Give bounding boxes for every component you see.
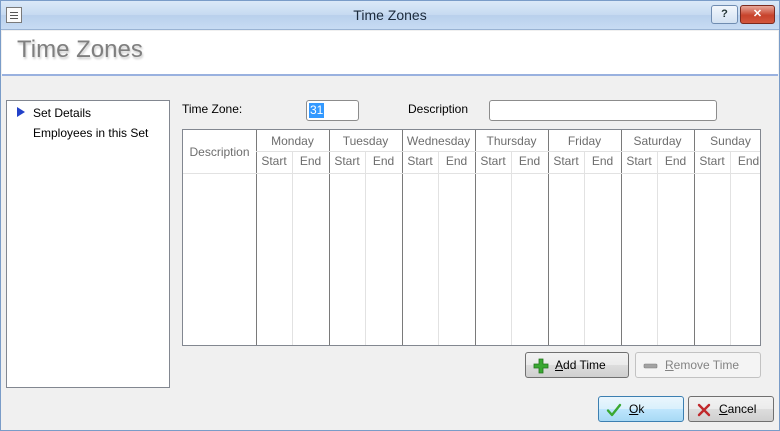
grid-start-end-divider xyxy=(511,152,512,345)
nav-item-employees[interactable]: Employees in this Set xyxy=(7,124,169,142)
grid-end-header: End xyxy=(664,154,687,168)
grid-day-header-friday: Friday xyxy=(567,134,602,148)
remove-time-label: emove Time xyxy=(673,358,740,372)
grid-day-header-saturday: Saturday xyxy=(633,134,682,148)
grid-start-header: Start xyxy=(334,154,360,168)
grid-start-end-divider xyxy=(292,152,293,345)
grid-header-bottom-line xyxy=(183,173,760,174)
page-title: Time Zones xyxy=(17,36,143,63)
grid-day-header-sunday: Sunday xyxy=(710,134,751,148)
grid-start-header: Start xyxy=(553,154,579,168)
grid-day-header-thursday: Thursday xyxy=(486,134,537,148)
time-grid[interactable]: Description Monday Start End Tuesday Start En… xyxy=(182,129,761,346)
title-bar[interactable]: Time Zones ? ✕ xyxy=(1,1,779,30)
minus-icon xyxy=(643,363,658,369)
grid-end-header: End xyxy=(518,154,541,168)
time-zone-label: Time Zone: xyxy=(182,102,243,116)
grid-description-header: Description xyxy=(189,145,250,159)
nav-item-label: Set Details xyxy=(33,106,92,120)
window-title: Time Zones xyxy=(353,7,427,23)
remove-time-mnemonic: R xyxy=(665,358,674,372)
ok-button[interactable]: Ok xyxy=(598,396,684,422)
help-button[interactable]: ? xyxy=(711,5,738,24)
grid-end-header: End xyxy=(445,154,468,168)
grid-end-header: End xyxy=(737,154,760,168)
nav-item-set-details[interactable]: Set Details xyxy=(7,104,169,122)
selected-arrow-icon xyxy=(17,107,25,117)
grid-start-end-divider xyxy=(730,152,731,345)
description-label: Description xyxy=(408,102,469,116)
grid-start-header: Start xyxy=(626,154,652,168)
grid-start-end-divider xyxy=(584,152,585,345)
header-banner: Time Zones xyxy=(2,31,778,76)
nav-item-label: Employees in this Set xyxy=(33,126,149,140)
add-time-mnemonic: A xyxy=(555,358,564,372)
grid-start-header: Start xyxy=(261,154,287,168)
grid-end-header: End xyxy=(591,154,614,168)
grid-start-header: Start xyxy=(699,154,725,168)
grid-day-header-wednesday: Wednesday xyxy=(406,134,471,148)
remove-time-button[interactable]: Remove Time xyxy=(635,352,761,378)
grid-end-header: End xyxy=(299,154,322,168)
close-button[interactable]: ✕ xyxy=(740,5,775,24)
x-icon xyxy=(697,403,711,417)
grid-day-header-monday: Monday xyxy=(271,134,314,148)
description-input[interactable] xyxy=(489,100,717,121)
check-icon xyxy=(606,403,622,417)
nav-panel: Set Details Employees in this Set xyxy=(6,100,170,388)
grid-day-underline xyxy=(256,151,760,152)
grid-start-end-divider xyxy=(657,152,658,345)
cancel-button[interactable]: Cancel xyxy=(688,396,774,422)
grid-start-header: Start xyxy=(480,154,506,168)
grid-day-header-tuesday: Tuesday xyxy=(342,134,389,148)
ok-label: k xyxy=(638,402,645,416)
ok-mnemonic: O xyxy=(629,402,639,416)
grid-start-end-divider xyxy=(365,152,366,345)
plus-icon xyxy=(533,358,549,374)
time-zone-input[interactable]: 31 xyxy=(306,100,359,121)
time-zone-value: 31 xyxy=(309,103,325,118)
cancel-mnemonic: C xyxy=(719,402,728,416)
grid-start-header: Start xyxy=(407,154,433,168)
add-time-label: dd Time xyxy=(563,358,606,372)
grid-end-header: End xyxy=(372,154,395,168)
cancel-label: ancel xyxy=(727,402,757,416)
add-time-button[interactable]: Add Time xyxy=(525,352,629,378)
grid-start-end-divider xyxy=(438,152,439,345)
time-zones-window: Time Zones ? ✕ Time Zones Set Details Em… xyxy=(0,0,780,431)
